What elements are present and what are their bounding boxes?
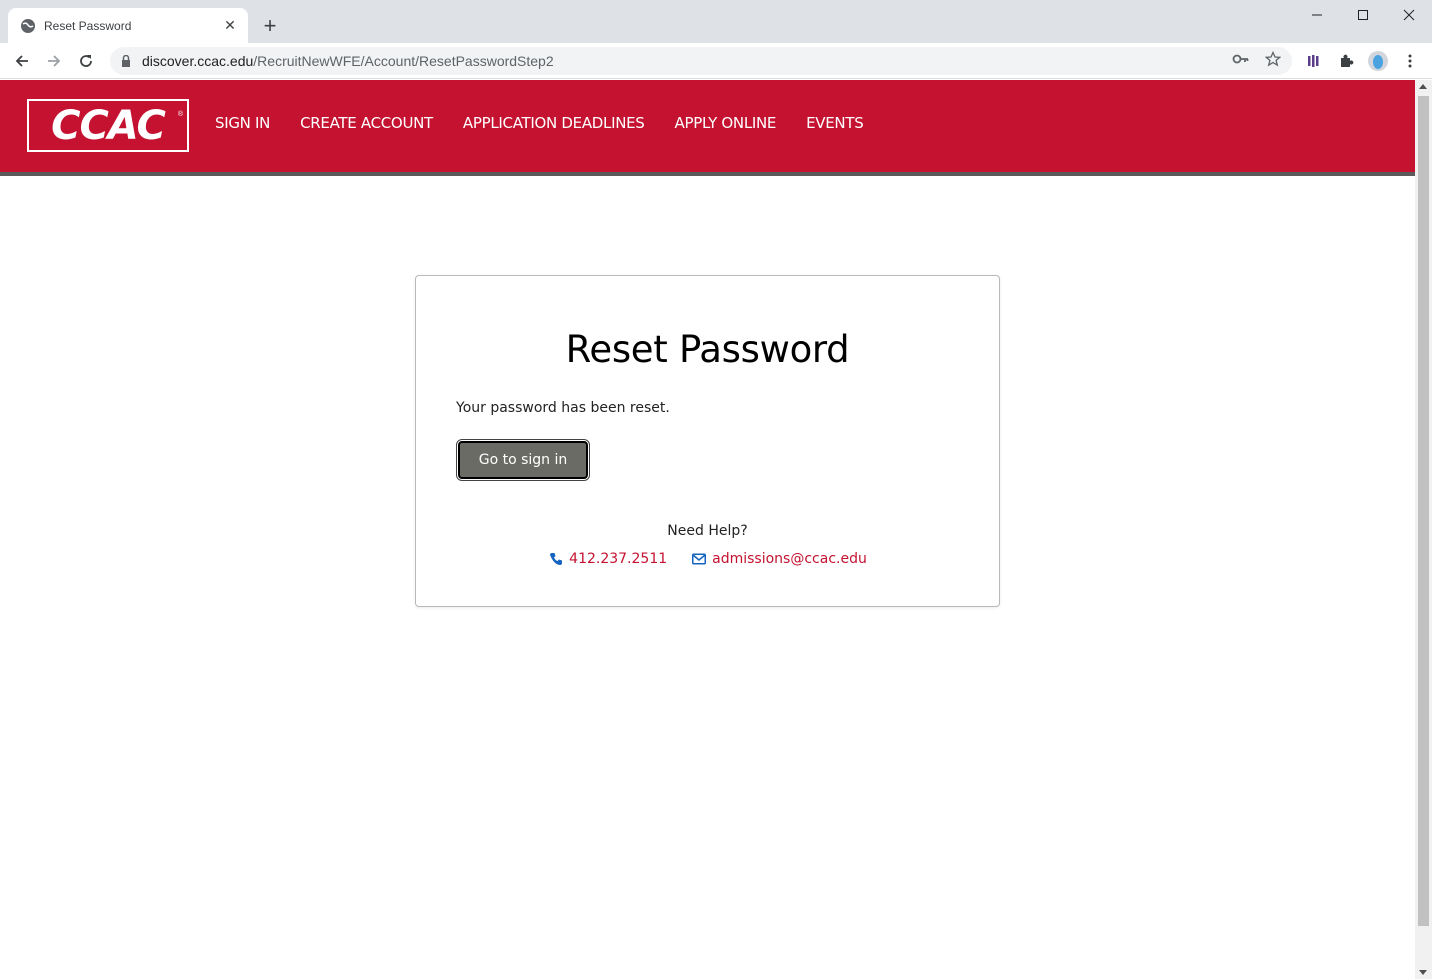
profile-avatar-icon[interactable] xyxy=(1368,51,1388,71)
bookmark-star-icon[interactable] xyxy=(1264,50,1282,68)
phone-number: 412.237.2511 xyxy=(569,551,668,567)
logo-text: CCAC xyxy=(51,102,166,149)
browser-tab-strip: Reset Password ✕ + xyxy=(0,0,1432,43)
page-title: Reset Password xyxy=(565,328,850,371)
nav-application-deadlines[interactable]: APPLICATION DEADLINES xyxy=(463,114,645,132)
puzzle-extensions-icon[interactable] xyxy=(1336,51,1356,71)
nav-sign-in[interactable]: SIGN IN xyxy=(215,114,270,132)
email-link[interactable]: admissions@ccac.edu xyxy=(691,551,867,567)
scroll-up-arrow-icon[interactable] xyxy=(1419,84,1427,89)
browser-toolbar: discover.ccac.edu/RecruitNewWFE/Account/… xyxy=(0,43,1432,79)
reload-icon[interactable] xyxy=(72,47,100,75)
close-window-icon[interactable] xyxy=(1386,0,1432,30)
envelope-icon xyxy=(691,551,707,567)
site-header: CCAC ® SIGN IN CREATE ACCOUNT APPLICATIO… xyxy=(0,80,1415,176)
lock-icon xyxy=(120,55,132,67)
main-nav: SIGN IN CREATE ACCOUNT APPLICATION DEADL… xyxy=(215,114,893,132)
status-message: Your password has been reset. xyxy=(456,400,670,416)
go-to-sign-in-button[interactable]: Go to sign in xyxy=(457,440,589,480)
browser-tab[interactable]: Reset Password ✕ xyxy=(8,8,248,43)
page-viewport: CCAC ® SIGN IN CREATE ACCOUNT APPLICATIO… xyxy=(0,80,1415,979)
scrollbar-thumb[interactable] xyxy=(1418,96,1429,926)
page-scrollbar[interactable] xyxy=(1415,80,1432,979)
phone-icon xyxy=(548,551,564,567)
browser-menu-icon[interactable] xyxy=(1400,51,1420,71)
reset-password-card: Reset Password Your password has been re… xyxy=(415,275,1000,607)
ccac-logo[interactable]: CCAC ® xyxy=(27,99,189,152)
need-help-label: Need Help? xyxy=(667,523,748,539)
nav-apply-online[interactable]: APPLY ONLINE xyxy=(675,114,777,132)
new-tab-button[interactable]: + xyxy=(258,13,282,38)
phone-link[interactable]: 412.237.2511 xyxy=(548,551,667,567)
url-text: discover.ccac.edu/RecruitNewWFE/Account/… xyxy=(142,53,554,69)
url-host: discover.ccac.edu xyxy=(142,53,254,69)
email-address: admissions@ccac.edu xyxy=(712,551,867,567)
back-arrow-icon[interactable] xyxy=(8,47,36,75)
address-bar[interactable]: discover.ccac.edu/RecruitNewWFE/Account/… xyxy=(110,47,1292,75)
forward-arrow-icon[interactable] xyxy=(40,47,68,75)
minimize-icon[interactable] xyxy=(1294,0,1340,30)
maximize-icon[interactable] xyxy=(1340,0,1386,30)
nav-create-account[interactable]: CREATE ACCOUNT xyxy=(300,114,433,132)
tab-title: Reset Password xyxy=(44,18,132,33)
contact-links: 412.237.2511 admissions@ccac.edu xyxy=(416,551,999,567)
url-path: /RecruitNewWFE/Account/ResetPasswordStep… xyxy=(253,53,554,69)
nav-events[interactable]: EVENTS xyxy=(806,114,864,132)
extension-bars-icon[interactable] xyxy=(1304,51,1324,71)
globe-icon xyxy=(20,18,36,34)
registered-mark: ® xyxy=(177,111,183,118)
scroll-down-arrow-icon[interactable] xyxy=(1419,970,1427,975)
key-icon[interactable] xyxy=(1232,50,1250,68)
close-tab-icon[interactable]: ✕ xyxy=(222,17,238,34)
